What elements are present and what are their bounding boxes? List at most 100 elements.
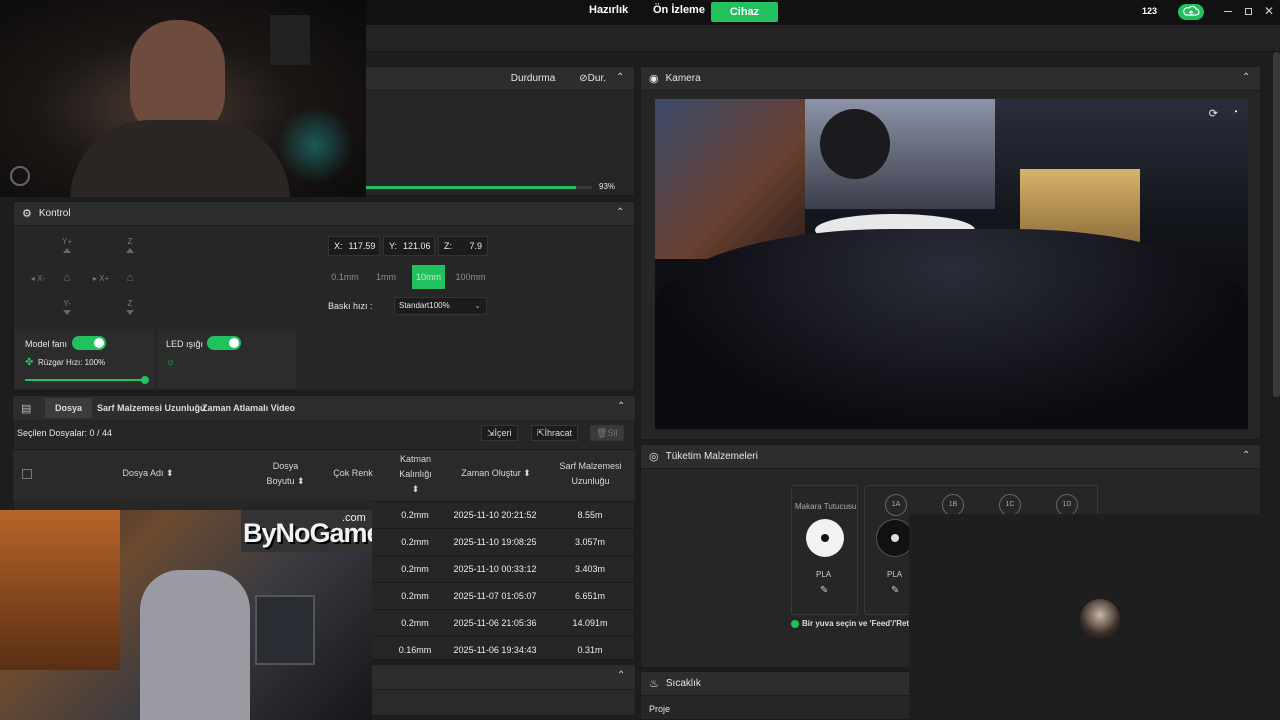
x-coordinate: X: 117.59 <box>328 236 380 256</box>
import-button[interactable]: ⇲İçeri <box>481 425 518 441</box>
tab-filament-length[interactable]: Sarf Malzemesi Uzunluğu <box>91 398 212 418</box>
trash-icon: 🗑 <box>596 428 608 438</box>
table-row[interactable]: 0.2mm 2025-11-10 19:08:25 3.057m <box>372 528 634 555</box>
camera-panel: ◉ Kamera ⌃ ⟳ ◔ <box>640 66 1261 440</box>
spool-holder-card[interactable]: Makara Tutucusu PLA ✎ <box>791 485 858 615</box>
cell-filament-length: 3.403m <box>574 564 606 574</box>
table-row[interactable]: 0.2mm 2025-11-07 01:05:07 6.651m <box>372 582 634 609</box>
column-multicolor[interactable]: Çok Renk <box>328 466 378 481</box>
led-toggle[interactable] <box>207 336 241 350</box>
jog-x-plus-button[interactable]: ▸ X+ <box>87 274 115 283</box>
collapse-chevron-icon[interactable]: ⌃ <box>1242 73 1252 83</box>
minimize-icon[interactable] <box>1224 11 1232 12</box>
slot-1a[interactable]: 1A <box>885 494 907 516</box>
cloud-upload-icon[interactable] <box>1178 4 1204 20</box>
lower-panel-body <box>372 690 635 715</box>
restore-icon[interactable] <box>1245 8 1252 15</box>
cell-filament-length: 0.31m <box>577 645 603 655</box>
step-10mm[interactable]: 10mm <box>412 265 445 289</box>
document-icon: ▤ <box>21 403 32 415</box>
cell-created: 2025-11-10 00:33:12 <box>453 564 537 574</box>
slot-1d[interactable]: 1D <box>1056 494 1078 516</box>
progress-fill <box>366 186 577 189</box>
project-label: Proje <box>649 704 671 714</box>
wind-speed-label: Rüzgar Hızı: 100% <box>38 358 106 367</box>
collapse-chevron-icon[interactable]: ⌃ <box>616 73 626 83</box>
z-coordinate: Z: 7.9 <box>438 236 488 256</box>
column-filament-length[interactable]: Sarf Malzemesi Uzunluğu <box>553 459 628 489</box>
room-shelf <box>0 510 120 670</box>
refresh-icon[interactable]: ⟳ <box>1209 107 1218 120</box>
bulb-icon: ☼ <box>166 357 176 368</box>
jog-x-minus-button[interactable]: ◂ X- <box>24 274 52 283</box>
model-fan-label: Model fanı <box>25 339 68 349</box>
status-dot-icon <box>791 620 799 628</box>
cell-created: 2025-11-06 19:34:43 <box>453 645 537 655</box>
step-100mm[interactable]: 100mm <box>452 265 489 289</box>
step-0-1mm[interactable]: 0.1mm <box>328 265 362 289</box>
table-row[interactable]: 0.2mm 2025-11-06 21:05:36 14.091m <box>372 609 634 636</box>
export-icon: ⇱ <box>537 428 545 438</box>
edit-icon[interactable]: ✎ <box>820 585 828 596</box>
wifi-icon: ◔ <box>1231 107 1238 118</box>
pause-icon: ⊘ <box>579 73 588 84</box>
column-file-size[interactable]: Dosya Boyutu ⬍ <box>258 459 313 489</box>
export-button[interactable]: ⇱İhracat <box>531 425 579 441</box>
collapse-chevron-icon[interactable]: ⌃ <box>616 208 626 218</box>
step-1mm[interactable]: 1mm <box>369 265 403 289</box>
spool-white-icon <box>806 519 844 557</box>
led-card: LED ışığı ☼ <box>157 329 296 389</box>
led-label: LED ışığı <box>166 339 204 349</box>
select-all-checkbox[interactable] <box>22 469 32 479</box>
table-row[interactable]: 0.2mm 2025-11-10 00:33:12 3.403m <box>372 555 634 582</box>
cell-created: 2025-11-06 21:05:36 <box>453 618 537 628</box>
column-file-name[interactable]: Dosya Adı ⬍ <box>108 466 188 481</box>
material-label: PLA <box>816 570 832 579</box>
wind-speed-slider[interactable] <box>25 376 149 384</box>
close-icon[interactable]: ✕ <box>1264 4 1274 18</box>
column-layer-thickness[interactable]: Katman Kalınlığı ⬍ <box>388 452 443 497</box>
jog-z-down-button[interactable]: Z <box>118 299 142 315</box>
jog-y-minus-button[interactable]: Y- <box>55 299 79 315</box>
stop-button[interactable]: Durdurma <box>511 73 555 84</box>
pause-button[interactable]: ⊘Dur. <box>579 73 606 84</box>
slot-1c[interactable]: 1C <box>999 494 1021 516</box>
table-row[interactable]: 0.2mm 2025-11-10 20:21:52 8.55m <box>372 501 634 528</box>
slider-handle[interactable] <box>141 376 149 384</box>
chevron-down-icon: ⌄ <box>474 301 481 310</box>
room-chair <box>140 570 250 720</box>
tab-file[interactable]: Dosya <box>45 398 92 418</box>
collapse-chevron-icon[interactable]: ⌃ <box>617 671 627 681</box>
cell-filament-length: 6.651m <box>574 591 606 601</box>
jog-y-plus-button[interactable]: Y+ <box>55 237 79 253</box>
tab-preview[interactable]: Ön İzleme <box>653 4 705 16</box>
cell-created: 2025-11-10 19:08:25 <box>453 537 537 547</box>
column-created[interactable]: Zaman Oluştur ⬍ <box>451 466 541 481</box>
control-panel: ⚙ Kontrol ⌃ Y+ Z ◂ X- ⌂ ▸ X+ ⌂ Y- Z X: 11… <box>13 201 635 391</box>
tab-preparation[interactable]: Hazırlık <box>589 4 628 16</box>
cell-created: 2025-11-10 20:21:52 <box>453 510 537 520</box>
collapse-chevron-icon[interactable]: ⌃ <box>617 402 627 412</box>
temperature-title: Sıcaklık <box>665 678 701 689</box>
jog-z-up-button[interactable]: Z <box>118 237 142 253</box>
brand-watermark: ByNoGame .com <box>241 510 372 552</box>
delete-button[interactable]: 🗑Sil <box>590 425 624 441</box>
tab-timelapse[interactable]: Zaman Atlamalı Video <box>196 398 301 418</box>
camera-feed: ⟳ ◔ <box>655 99 1248 431</box>
collapse-chevron-icon[interactable]: ⌃ <box>1242 451 1252 461</box>
model-fan-toggle[interactable] <box>72 336 106 350</box>
home-z-icon[interactable]: ⌂ <box>118 272 142 284</box>
tab-device[interactable]: Cihaz <box>711 2 778 22</box>
edit-icon[interactable]: ✎ <box>891 585 899 596</box>
camera-build-plate <box>655 229 1248 429</box>
scrollbar[interactable] <box>1273 52 1280 397</box>
speed-select[interactable]: Standart100% ⌄ <box>394 297 487 315</box>
user-number[interactable]: 123 <box>1142 6 1157 16</box>
home-xy-icon[interactable]: ⌂ <box>55 272 79 284</box>
gear-icon: ⚙ <box>22 208 32 220</box>
slot-1b[interactable]: 1B <box>942 494 964 516</box>
camera-background-shelf <box>655 99 805 259</box>
table-row[interactable]: 0.16mm 2025-11-06 19:34:43 0.31m <box>372 636 634 663</box>
streamer-webcam-overlay <box>0 0 366 197</box>
spool-holder-label: Makara Tutucusu <box>795 502 857 511</box>
